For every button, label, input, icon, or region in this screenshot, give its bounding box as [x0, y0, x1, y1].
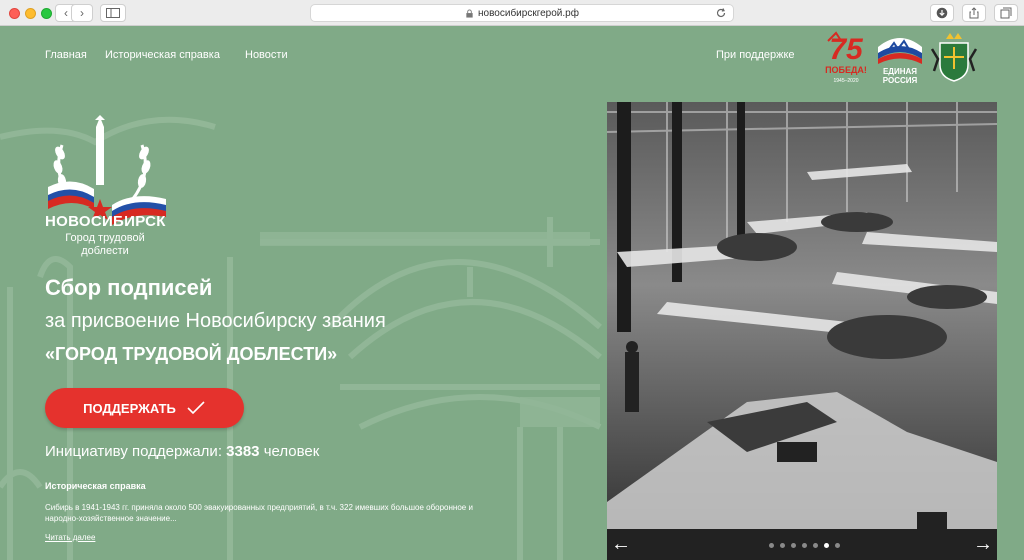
- slider-pagination: [769, 543, 840, 548]
- download-icon: [936, 7, 948, 19]
- honor-title: «ГОРОД ТРУДОВОЙ ДОБЛЕСТИ»: [45, 344, 338, 364]
- page-title: Сбор подписей: [45, 275, 213, 300]
- browser-toolbar: ‹ › новосибирскгерой.рф: [0, 0, 1024, 26]
- svg-text:ЕДИНАЯ: ЕДИНАЯ: [883, 67, 917, 76]
- edinaya-rossiya-logo[interactable]: ЕДИНАЯ РОССИЯ: [874, 29, 926, 87]
- tabs-overview-button[interactable]: [994, 4, 1018, 22]
- novosibirsk-coat-of-arms-logo[interactable]: [928, 29, 980, 87]
- nav-history-link[interactable]: Историческая справка: [105, 49, 220, 61]
- nav-home-link[interactable]: Главная: [45, 49, 87, 61]
- share-button[interactable]: [962, 4, 986, 22]
- checkmark-icon: [187, 401, 205, 415]
- close-window-button[interactable]: [9, 8, 20, 19]
- support-label: При поддержке: [716, 49, 795, 61]
- zoom-window-button[interactable]: [41, 8, 52, 19]
- downloads-button[interactable]: [930, 4, 954, 22]
- slider-next-button[interactable]: →: [971, 532, 995, 556]
- svg-text:ПОБЕДА!: ПОБЕДА!: [825, 65, 867, 75]
- slider-dot[interactable]: [813, 543, 818, 548]
- lock-icon: [466, 8, 473, 18]
- city-name: НОВОСИБИРСК: [45, 213, 166, 230]
- slider-prev-button[interactable]: ←: [609, 532, 633, 556]
- counter-value: 3383: [226, 443, 260, 460]
- slider-dot[interactable]: [824, 543, 829, 548]
- arrow-left-icon: ←: [611, 533, 631, 555]
- counter-prefix: Инициативу поддержали:: [45, 443, 222, 460]
- page: Главная Историческая справка Новости При…: [0, 27, 1024, 560]
- slider-photo: [607, 102, 997, 560]
- slider-dot[interactable]: [780, 543, 785, 548]
- chevron-right-icon: ›: [80, 6, 84, 20]
- chevron-left-icon: ‹: [64, 6, 68, 20]
- read-more-link[interactable]: Читать далее: [45, 533, 95, 542]
- share-icon: [969, 7, 979, 19]
- support-counter: Инициативу поддержали: 3383 человек: [45, 443, 319, 460]
- counter-suffix: человек: [263, 443, 320, 460]
- page-subtitle: за присвоение Новосибирску звания: [45, 310, 386, 332]
- svg-text:1945–2020: 1945–2020: [833, 78, 858, 84]
- address-url: новосибирскгерой.рф: [478, 7, 579, 19]
- slider-dot[interactable]: [802, 543, 807, 548]
- sidebar-icon: [106, 8, 120, 18]
- minimize-window-button[interactable]: [25, 8, 36, 19]
- slider-dot[interactable]: [769, 543, 774, 548]
- sidebar-toggle-button[interactable]: [100, 4, 126, 22]
- support-button[interactable]: ПОДДЕРЖАТЬ: [45, 388, 244, 428]
- history-text: Сибирь в 1941-1943 гг. приняла около 500…: [45, 503, 473, 523]
- pobeda-75-logo[interactable]: 75 ПОБЕДА! 1945–2020: [820, 29, 872, 87]
- tabs-icon: [1000, 7, 1012, 19]
- reload-icon[interactable]: [715, 7, 727, 19]
- support-button-label: ПОДДЕРЖАТЬ: [83, 400, 176, 416]
- address-bar[interactable]: новосибирскгерой.рф: [310, 4, 734, 22]
- svg-text:75: 75: [829, 33, 864, 66]
- factory-photo-image: [607, 102, 997, 560]
- history-heading: Историческая справка: [45, 481, 146, 491]
- nav-news-link[interactable]: Новости: [245, 49, 288, 61]
- arrow-right-icon: →: [973, 533, 993, 555]
- svg-text:РОССИЯ: РОССИЯ: [883, 76, 918, 85]
- forward-button[interactable]: ›: [71, 4, 93, 22]
- city-subtitle: Город трудовой доблести: [65, 232, 145, 257]
- slider-dot[interactable]: [835, 543, 840, 548]
- slider-dot[interactable]: [791, 543, 796, 548]
